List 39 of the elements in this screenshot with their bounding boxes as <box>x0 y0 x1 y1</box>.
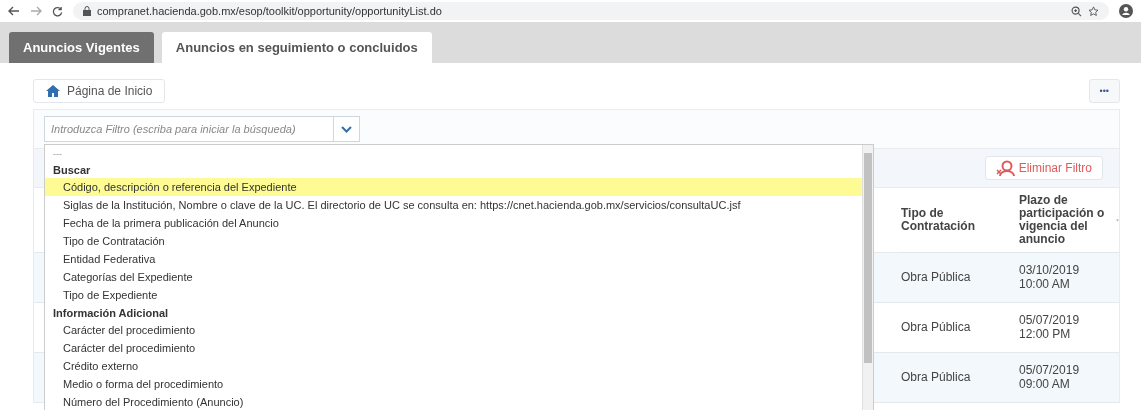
dropdown-option[interactable]: Entidad Federativa <box>45 250 862 268</box>
table-cell: Obra Pública <box>901 253 1019 303</box>
column-title: Tipo de Contratación <box>901 206 976 234</box>
dropdown-option[interactable]: Carácter del procedimiento <box>45 339 862 357</box>
table-cell: Obra Pública <box>901 353 1019 403</box>
url-text: compranet.hacienda.gob.mx/esop/toolkit/opportunity/opportunityList.do <box>97 5 443 17</box>
dropdown-option[interactable]: Medio o forma del procedimiento <box>45 375 862 393</box>
clear-filter-button[interactable]: Eliminar Filtro <box>984 156 1103 180</box>
dropdown-option[interactable]: Tipo de Contratación <box>45 232 862 250</box>
star-icon[interactable] <box>1088 5 1099 17</box>
scrollbar[interactable] <box>862 145 873 410</box>
table-cell: 05/07/2019 09:00 AM <box>1019 353 1119 403</box>
group-header: Información Adicional <box>52 305 170 321</box>
dropdown-option[interactable]: Crédito externo <box>45 357 862 375</box>
account-icon[interactable] <box>1119 4 1133 18</box>
group-header: Buscar <box>52 162 92 178</box>
filter-field[interactable]: Introduzca Filtro (escriba para iniciar la búsqueda) <box>44 116 334 142</box>
dropdown-option[interactable]: Número del Procedimiento (Anuncio) <box>45 393 862 410</box>
column-title: Plazo de participación o vigencia del anuncio <box>1019 193 1106 247</box>
table-cell: 03/10/2019 10:00 AM <box>1019 253 1119 303</box>
reload-icon[interactable] <box>52 5 63 17</box>
lock-icon <box>83 6 91 16</box>
zoom-icon[interactable] <box>1071 5 1082 17</box>
dropdown-option[interactable]: Tipo de Expediente <box>45 286 862 304</box>
remove-user-icon <box>995 160 1016 176</box>
address-bar[interactable]: compranet.hacienda.gob.mx/esop/toolkit/opportunity/opportunityList.do <box>73 2 1109 20</box>
tab[interactable]: Anuncios en seguimiento o concluidos <box>161 32 432 63</box>
dropdown-option[interactable]: Carácter del procedimiento <box>45 321 862 339</box>
tab[interactable]: Anuncios Vigentes <box>9 32 154 63</box>
dropdown-option[interactable]: Código, descripción o referencia del Expediente <box>45 178 862 196</box>
home-icon <box>46 85 60 97</box>
home-button[interactable]: Página de Inicio <box>33 79 166 103</box>
dropdown-option[interactable]: Fecha de la primera publicación del Anuncio <box>45 214 862 232</box>
more-button[interactable]: ••• <box>1088 79 1120 103</box>
dropdown-option[interactable]: Siglas de la Institución, Nombre o clave de la UC. El directorio de UC se consulta en: https://cnet.hacienda.gob.mx/servicios/consultaUC.jsf <box>45 196 862 214</box>
dropdown-toggle[interactable] <box>334 116 360 142</box>
dropdown-option[interactable]: Categorías del Expediente <box>45 268 862 286</box>
caret-icon <box>341 125 352 133</box>
back-icon[interactable] <box>8 6 20 16</box>
